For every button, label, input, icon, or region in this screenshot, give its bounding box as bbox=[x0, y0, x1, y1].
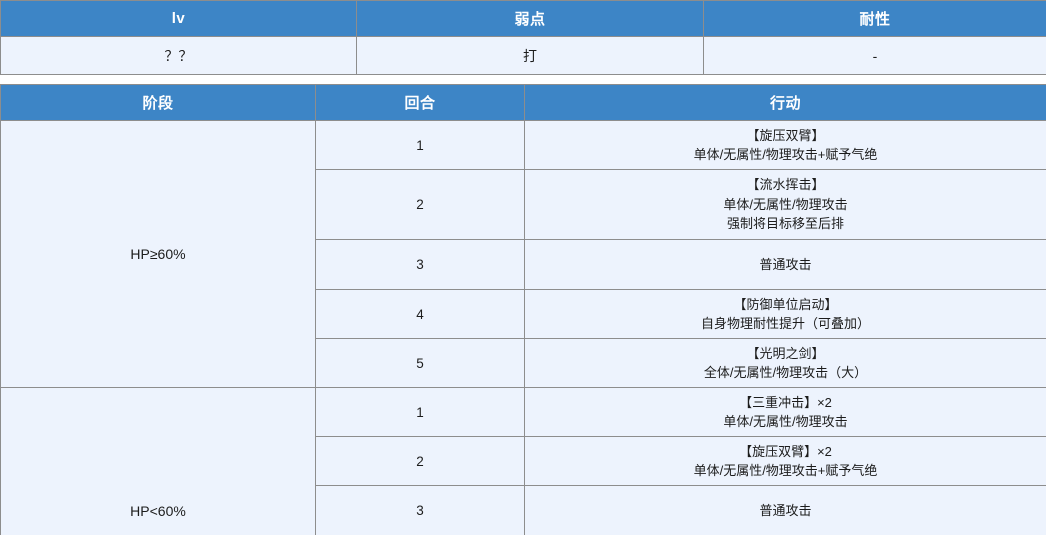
action-line: 【旋压双臂】×2 bbox=[739, 443, 832, 459]
action-line: 强制将目标移至后排 bbox=[726, 216, 844, 232]
enemy-info-table: lv 弱点 耐性 ？？ 打 - bbox=[0, 0, 1046, 75]
action-description: 【流水挥击】 单体/无属性/物理攻击 强制将目标移至后排 bbox=[524, 169, 1046, 240]
info-header-weakness: 弱点 bbox=[356, 0, 704, 37]
action-header-row: 阶段 回合 行动 bbox=[0, 84, 1046, 121]
info-value-resistance: - bbox=[703, 36, 1046, 75]
action-line: 单体/无属性/物理攻击 bbox=[723, 196, 848, 212]
info-header-row: lv 弱点 耐性 bbox=[0, 0, 1046, 37]
turn-number: 1 bbox=[315, 387, 525, 437]
turn-number: 3 bbox=[315, 485, 525, 535]
turn-number: 1 bbox=[315, 120, 525, 170]
info-header-resistance: 耐性 bbox=[703, 0, 1046, 37]
action-line: 普通攻击 bbox=[759, 256, 812, 272]
action-description: 【防御单位启动】 自身物理耐性提升（可叠加） bbox=[524, 289, 1046, 339]
action-description: 【光明之剑】 全体/无属性/物理攻击（大） bbox=[524, 338, 1046, 388]
action-description: 普通攻击 bbox=[524, 485, 1046, 535]
action-description: 【旋压双臂】 单体/无属性/物理攻击+赋予气绝 bbox=[524, 120, 1046, 170]
action-line: 单体/无属性/物理攻击+赋予气绝 bbox=[693, 147, 878, 162]
table-row: HP≥60% 1 【旋压双臂】 单体/无属性/物理攻击+赋予气绝 bbox=[0, 120, 1046, 388]
action-header-turn: 回合 bbox=[315, 84, 525, 121]
table-row: HP<60% 1 【三重冲击】×2 单体/无属性/物理攻击 bbox=[0, 387, 1046, 535]
action-line: 单体/无属性/物理攻击 bbox=[723, 414, 848, 429]
action-line: 自身物理耐性提升（可叠加） bbox=[700, 316, 870, 331]
action-line: 单体/无属性/物理攻击+赋予气绝 bbox=[693, 463, 878, 478]
action-description: 普通攻击 bbox=[524, 239, 1046, 290]
action-header-phase: 阶段 bbox=[0, 84, 316, 121]
info-value-weakness: 打 bbox=[356, 36, 704, 75]
info-header-lv: lv bbox=[0, 0, 357, 37]
action-description: 【三重冲击】×2 单体/无属性/物理攻击 bbox=[524, 387, 1046, 437]
action-header-action: 行动 bbox=[524, 84, 1046, 121]
action-line: 【旋压双臂】 bbox=[746, 127, 825, 143]
turn-number: 4 bbox=[315, 289, 525, 339]
turn-number: 5 bbox=[315, 338, 525, 388]
action-line: 全体/无属性/物理攻击（大） bbox=[703, 365, 868, 380]
info-data-row: ？？ 打 - bbox=[0, 36, 1046, 75]
info-value-lv: ？？ bbox=[0, 36, 357, 75]
phase-label-2: HP<60% bbox=[0, 387, 316, 535]
action-line: 【防御单位启动】 bbox=[733, 296, 838, 312]
action-line: 【流水挥击】 bbox=[746, 177, 825, 193]
boss-info-page: lv 弱点 耐性 ？？ 打 - 阶段 回合 行动 HP≥60% 1 【旋压双臂】… bbox=[0, 0, 1046, 535]
turn-number: 3 bbox=[315, 239, 525, 290]
table-spacer bbox=[0, 75, 1046, 84]
action-line: 【光明之剑】 bbox=[746, 345, 825, 361]
phase-label-1: HP≥60% bbox=[0, 120, 316, 388]
boss-action-table: 阶段 回合 行动 HP≥60% 1 【旋压双臂】 单体/无属性/物理攻击+赋予气… bbox=[0, 84, 1046, 535]
action-description: 【旋压双臂】×2 单体/无属性/物理攻击+赋予气绝 bbox=[524, 436, 1046, 486]
action-line: 【三重冲击】×2 bbox=[739, 394, 832, 410]
turn-number: 2 bbox=[315, 169, 525, 240]
turn-number: 2 bbox=[315, 436, 525, 486]
action-line: 普通攻击 bbox=[759, 502, 812, 518]
